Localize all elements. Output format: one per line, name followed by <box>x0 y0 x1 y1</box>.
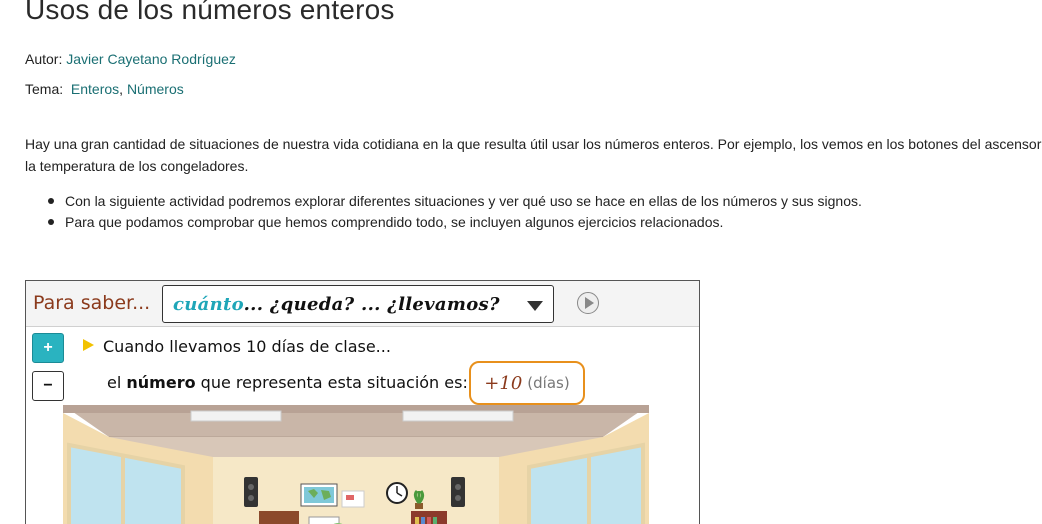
plant-icon <box>413 489 425 509</box>
triangle-right-icon <box>83 339 94 351</box>
topic-link-enteros[interactable]: Enteros <box>71 81 119 97</box>
bullet-list: Con la siguiente actividad podremos expl… <box>25 191 862 233</box>
situation-text: Cuando llevamos 10 días de clase... <box>83 337 391 356</box>
play-icon[interactable] <box>577 292 599 314</box>
clock-icon <box>386 482 408 504</box>
activity-frame: Para saber... cuánto... ¿queda? ... ¿lle… <box>25 280 700 524</box>
activity-header: Para saber... cuánto... ¿queda? ... ¿lle… <box>26 281 699 327</box>
number-question: el número que representa esta situación … <box>107 373 468 392</box>
author-label: Autor: <box>25 51 63 67</box>
topic-line: Tema: Enteros, Números <box>25 81 184 97</box>
list-item: Para que podamos comprobar que hemos com… <box>25 212 862 233</box>
list-item: Con la siguiente actividad podremos expl… <box>25 191 862 212</box>
topic-separator: , <box>119 81 124 97</box>
speaker-icon <box>244 477 258 507</box>
map-icon <box>300 483 338 507</box>
number-bold: número <box>126 373 196 392</box>
number-prefix: el <box>107 373 122 392</box>
number-suffix: que representa esta situación es: <box>200 373 468 392</box>
author-line: Autor: Javier Cayetano Rodríguez <box>25 51 236 67</box>
situation-select[interactable]: cuánto... ¿queda? ... ¿llevamos? <box>162 285 554 323</box>
answer-unit: (días) <box>527 374 570 392</box>
speaker-icon <box>451 477 465 507</box>
plus-button[interactable]: + <box>32 333 64 363</box>
caret-down-icon <box>527 301 543 311</box>
page-title: Usos de los números enteros <box>25 0 395 25</box>
topic-link-numeros[interactable]: Números <box>127 81 184 97</box>
author-link[interactable]: Javier Cayetano Rodríguez <box>66 51 236 67</box>
classroom-illustration <box>63 405 649 524</box>
answer-value: +10 <box>484 372 523 394</box>
minus-button[interactable]: − <box>32 371 64 401</box>
select-rest: ... ¿queda? ... ¿llevamos? <box>243 293 500 315</box>
intro-paragraph: Hay una gran cantidad de situaciones de … <box>25 136 1042 174</box>
topic-label: Tema: <box>25 81 64 97</box>
situation-label: Cuando llevamos 10 días de clase... <box>103 337 391 356</box>
select-highlight: cuánto <box>173 293 244 315</box>
situation-select-value: cuánto... ¿queda? ... ¿llevamos? <box>173 294 500 315</box>
answer-box[interactable]: +10 (días) <box>469 361 585 405</box>
activity-header-label: Para saber... <box>33 292 151 314</box>
